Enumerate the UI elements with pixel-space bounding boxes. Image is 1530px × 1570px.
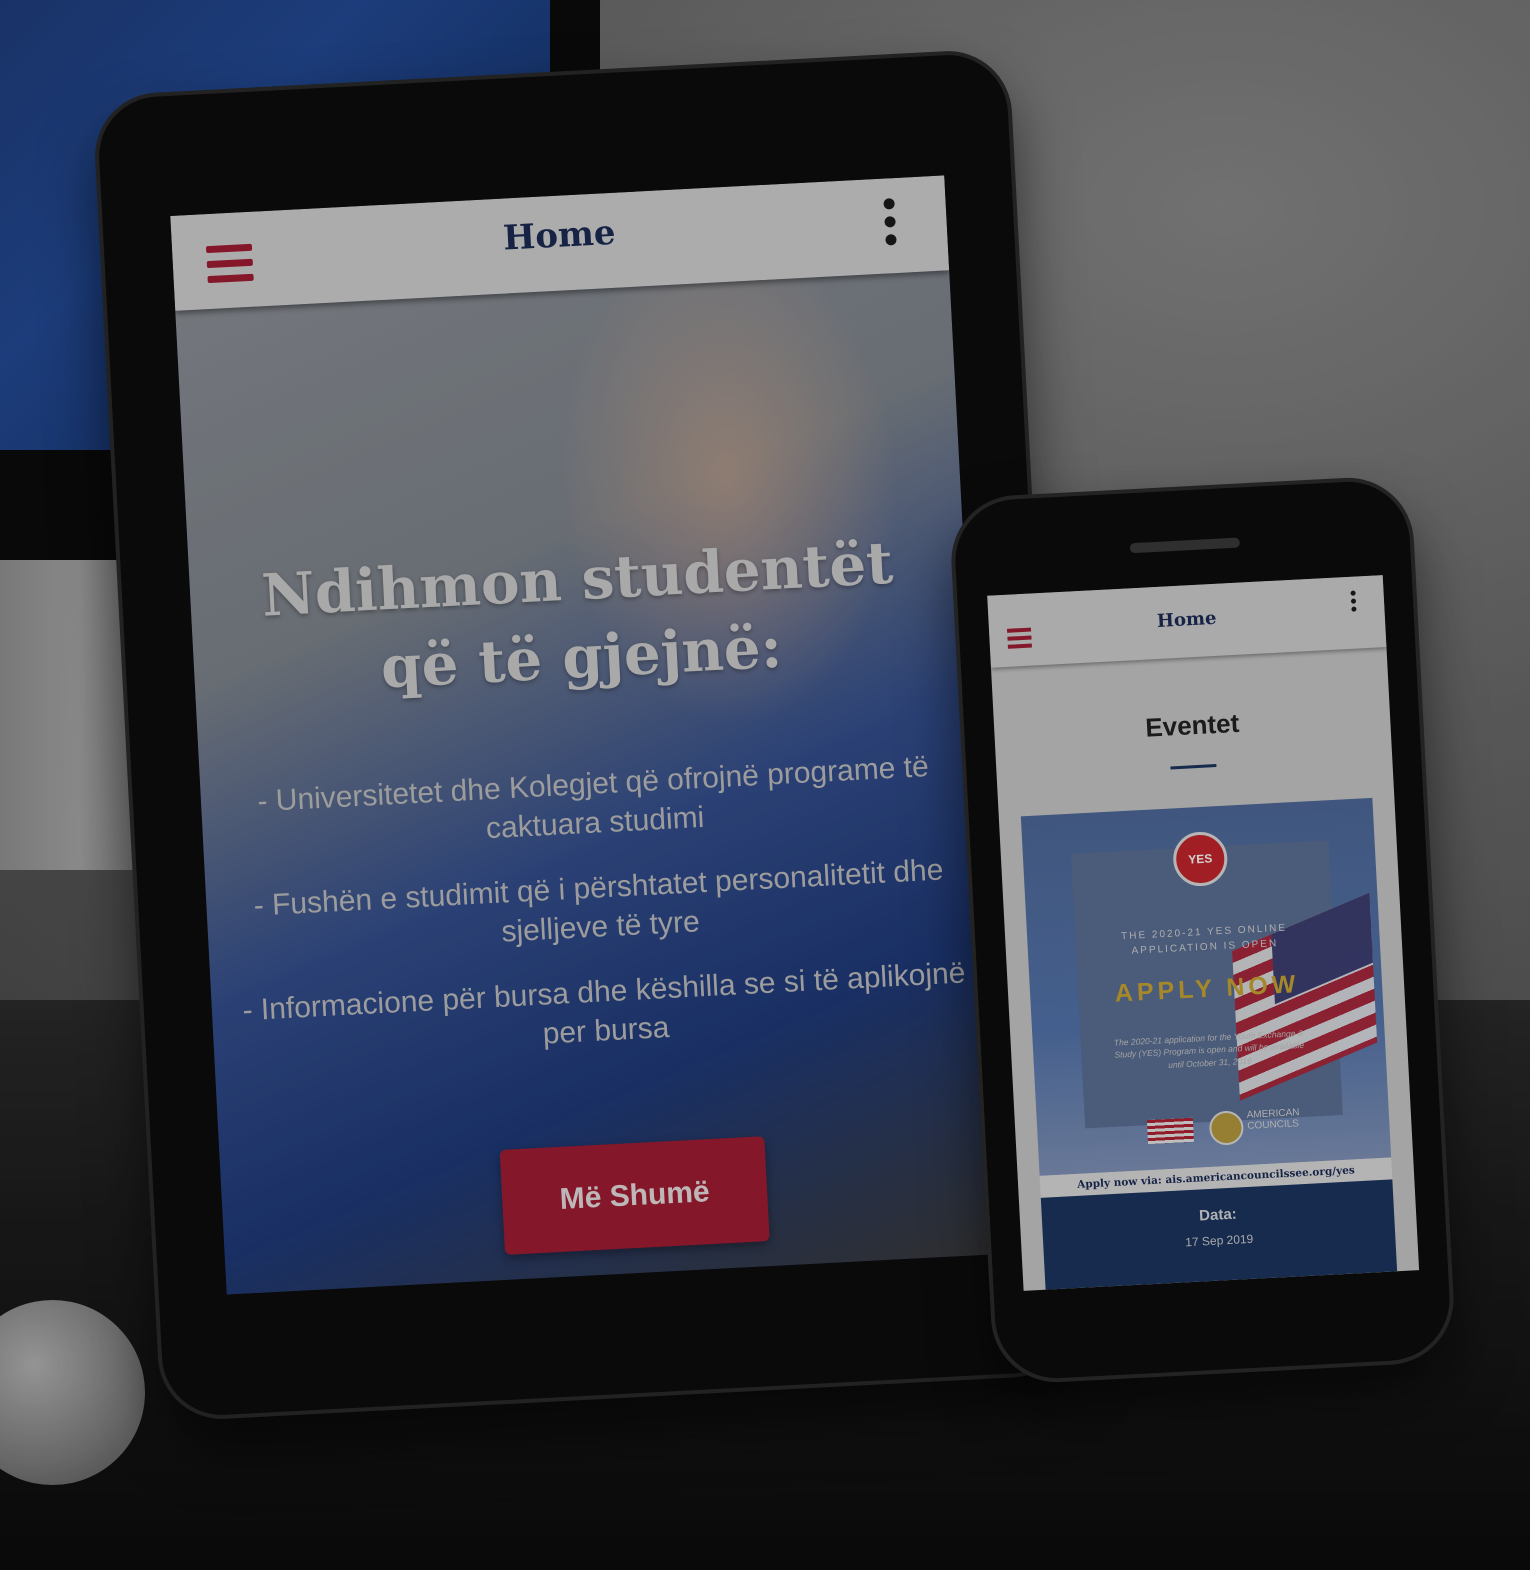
phone-page-title: Home xyxy=(1156,607,1218,632)
us-flag-icon xyxy=(1146,1117,1195,1145)
hero-section: Ndihmon studentët që të gjejnë: - Univer… xyxy=(175,270,1001,1295)
tablet-page-title: Home xyxy=(502,212,617,259)
phone-device: Home Eventet YES THE 2020-21 YES ONLINE … xyxy=(952,478,1453,1382)
tablet-screen: Home Ndihmon studentët që të gjejnë: - U… xyxy=(170,175,1001,1295)
phone-speaker xyxy=(1129,537,1241,554)
american-councils-logo: AMERICAN COUNCILS xyxy=(1246,1107,1300,1132)
more-button[interactable]: Më Shumë xyxy=(499,1136,770,1255)
hero-headline: Ndihmon studentët që të gjejnë: xyxy=(260,528,895,702)
hero-bullet: - Universitetet dhe Kolegjet që ofrojnë … xyxy=(256,750,930,846)
state-department-seal-icon xyxy=(1208,1110,1245,1146)
event-card-image[interactable]: YES THE 2020-21 YES ONLINE APPLICATION I… xyxy=(1020,797,1392,1176)
hero-content: Ndihmon studentët që të gjejnë: - Univer… xyxy=(175,270,1000,1294)
phone-screen: Home Eventet YES THE 2020-21 YES ONLINE … xyxy=(987,575,1420,1291)
hero-bullet: - Informacione për bursa dhe këshilla se… xyxy=(241,956,967,1051)
section-title: Eventet xyxy=(1144,707,1240,743)
hero-bullet: - Fushën e studimit që i përshtatet pers… xyxy=(252,853,945,949)
tablet-device: Home Ndihmon studentët që të gjejnë: - U… xyxy=(96,52,1074,1418)
hero-bullet-list: - Universitetet dhe Kolegjet që ofrojnë … xyxy=(230,746,970,1096)
more-vertical-icon[interactable] xyxy=(1350,590,1357,615)
event-date-box: Data: 17 Sep 2019 xyxy=(1040,1179,1398,1290)
phone-app-bar: Home xyxy=(987,575,1387,668)
section-underline xyxy=(1170,764,1217,770)
device-mockup-scene: Home Ndihmon studentët që të gjejnë: - U… xyxy=(0,0,1530,1570)
